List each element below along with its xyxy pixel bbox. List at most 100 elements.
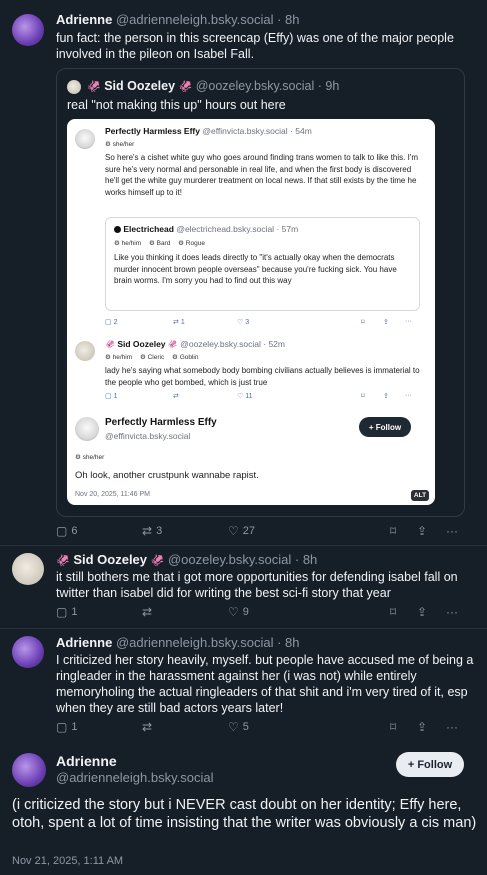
more-icon: ··· xyxy=(405,318,412,325)
reply-icon: ▢ 1 xyxy=(105,393,118,400)
post-header: Adrienne @adrienneleigh.bsky.social · 8h xyxy=(56,12,300,27)
reply-button[interactable]: ▢ 6 xyxy=(56,525,77,537)
quote-author-name: Sid Oozeley xyxy=(104,79,176,93)
repost-icon: ⇄ xyxy=(142,720,153,734)
quote-time: 9h xyxy=(325,79,340,93)
repost-button[interactable]: ⇄ xyxy=(142,606,156,618)
like-button[interactable]: ♡ 5 xyxy=(228,721,249,733)
author-name[interactable]: Adrienne xyxy=(56,12,112,27)
repost-button[interactable]: ⇄ 3 xyxy=(142,525,162,537)
author-handle[interactable]: @oozeley.bsky.social xyxy=(168,552,291,567)
reply-button[interactable]: ▢ 1 xyxy=(56,721,77,733)
screenshot-date: Nov 20, 2025, 11:46 PM xyxy=(75,491,150,498)
bookmark-button[interactable]: ⌑ xyxy=(390,721,396,733)
quote-text: real "not making this up" hours out here xyxy=(67,98,286,112)
more-icon: ··· xyxy=(446,720,458,734)
post-text: (i criticized the story but i NEVER cast… xyxy=(12,797,477,831)
post-header: Adrienne @adrienneleigh.bsky.social · 8h xyxy=(56,635,300,650)
repost-button[interactable]: ⇄ xyxy=(142,721,156,733)
screenshot-image[interactable]: Perfectly Harmless Effy @effinvicta.bsky… xyxy=(67,119,435,505)
post-text: it still bothers me that i got more oppo… xyxy=(56,570,458,600)
author-name[interactable]: Adrienne xyxy=(56,635,112,650)
bookmark-icon: ⌑ xyxy=(361,319,365,326)
squid-icon: 🦑 xyxy=(178,81,193,93)
screenshot-time: 54m xyxy=(295,126,312,136)
author-handle[interactable]: @adrienneleigh.bsky.social xyxy=(116,12,274,27)
quote-embed[interactable]: 🦑 Sid Oozeley 🦑 @oozeley.bsky.social · 9… xyxy=(56,68,465,517)
post-sid-oozeley[interactable]: 🦑 Sid Oozeley 🦑 @oozeley.bsky.social · 8… xyxy=(0,545,487,628)
inner-header: Electrichead @electrichead.bsky.social ·… xyxy=(114,224,298,234)
avatar[interactable] xyxy=(12,14,44,46)
quote-header: 🦑 Sid Oozeley 🦑 @oozeley.bsky.social · 9… xyxy=(87,79,340,93)
heart-icon: ♡ xyxy=(228,720,239,734)
more-button[interactable]: ··· xyxy=(446,606,458,618)
avatar xyxy=(67,80,81,94)
heart-icon: ♡ xyxy=(228,605,239,619)
avatar xyxy=(75,129,95,149)
screenshot-header: 🦑 Sid Oozeley 🦑 @oozeley.bsky.social · 5… xyxy=(105,339,285,349)
repost-icon: ⇄ xyxy=(142,605,153,619)
author-name[interactable]: Adrienne xyxy=(56,753,117,769)
reply-icon: ▢ xyxy=(56,605,68,619)
like-button[interactable]: ♡ 27 xyxy=(228,525,255,537)
more-icon: ··· xyxy=(446,605,458,619)
screenshot-author-handle: @effinvicta.bsky.social xyxy=(105,431,191,441)
author-handle[interactable]: @adrienneleigh.bsky.social xyxy=(116,635,274,650)
author-handle[interactable]: @adrienneleigh.bsky.social xyxy=(56,770,214,785)
share-button[interactable]: ⇪ xyxy=(417,721,427,733)
repost-icon: ⇄ xyxy=(173,393,179,400)
like-button[interactable]: ♡ 9 xyxy=(228,606,249,618)
screenshot-text: So here's a cishet white guy who goes ar… xyxy=(105,153,418,197)
post-actions: ▢ 1 ⇄ ♡ 9 ⌑ ⇪ ··· xyxy=(56,606,466,622)
more-icon: ··· xyxy=(446,524,458,538)
post-date: Nov 21, 2025, 1:11 AM xyxy=(12,855,124,867)
post-time[interactable]: 8h xyxy=(285,635,299,650)
screenshot-inner-quote: Electrichead @electrichead.bsky.social ·… xyxy=(105,217,420,311)
reply-icon: ▢ xyxy=(56,524,68,538)
avatar[interactable] xyxy=(12,753,46,787)
reply-icon: ▢ xyxy=(56,720,68,734)
avatar xyxy=(75,341,95,361)
screenshot-author-name: Sid Oozeley xyxy=(117,339,166,349)
repost-icon: ⇄ xyxy=(142,524,153,538)
follow-button[interactable]: + Follow xyxy=(396,752,464,777)
screenshot-author-handle: @oozeley.bsky.social xyxy=(180,339,261,349)
post-text: I criticized her story heavily, myself. … xyxy=(56,653,474,715)
more-button[interactable]: ··· xyxy=(446,721,458,733)
post-time[interactable]: 8h xyxy=(303,552,317,567)
reply-icon: ▢ 2 xyxy=(105,319,118,326)
inner-author-handle: @electrichead.bsky.social xyxy=(176,224,275,234)
pronoun-badge: ⚙ she/her xyxy=(75,454,105,461)
more-button[interactable]: ··· xyxy=(446,525,458,537)
screenshot-actions: ▢ 1 ⇄ ♡ 11 ⌑ ⇪ ··· xyxy=(105,392,427,402)
bookmark-icon: ⌑ xyxy=(390,720,397,734)
avatar[interactable] xyxy=(12,553,44,585)
screenshot-header: Perfectly Harmless Effy @effinvicta.bsky… xyxy=(105,126,312,136)
screenshot-time: 52m xyxy=(268,339,285,349)
inner-author-name: Electrichead xyxy=(123,224,174,234)
post-adrienne-2[interactable]: Adrienne @adrienneleigh.bsky.social · 8h… xyxy=(0,628,487,745)
alt-badge[interactable]: ALT xyxy=(411,490,429,501)
post-adrienne-1[interactable]: Adrienne @adrienneleigh.bsky.social · 8h… xyxy=(0,0,487,545)
heart-icon: ♡ 3 xyxy=(237,319,250,326)
inner-badges: ⚙ he/him ⚙ Bard ⚙ Rogue xyxy=(114,240,205,247)
badges: ⚙ he/him ⚙ Cleric ⚙ Goblin xyxy=(105,354,199,361)
avatar[interactable] xyxy=(12,636,44,668)
share-button[interactable]: ⇪ xyxy=(417,525,427,537)
share-icon: ⇪ xyxy=(417,605,428,619)
bookmark-button[interactable]: ⌑ xyxy=(390,525,396,537)
post-time[interactable]: 8h xyxy=(285,12,299,27)
squid-icon: 🦑 xyxy=(150,555,165,567)
screenshot-author-name: Perfectly Harmless Effy xyxy=(105,417,217,428)
screenshot-actions: ▢ 2 ⇄ 1 ♡ 3 ⌑ ⇪ ··· xyxy=(105,318,427,328)
share-icon: ⇪ xyxy=(383,393,389,400)
follow-button: + Follow xyxy=(359,417,411,437)
share-button[interactable]: ⇪ xyxy=(417,606,427,618)
post-actions: ▢ 6 ⇄ 3 ♡ 27 ⌑ ⇪ ··· xyxy=(56,525,466,541)
author-name[interactable]: Sid Oozeley xyxy=(73,552,147,567)
reply-button[interactable]: ▢ 1 xyxy=(56,606,77,618)
share-icon: ⇪ xyxy=(383,319,389,326)
bookmark-button[interactable]: ⌑ xyxy=(390,606,396,618)
repost-icon: ⇄ 1 xyxy=(173,319,185,326)
bookmark-icon: ⌑ xyxy=(361,393,365,400)
